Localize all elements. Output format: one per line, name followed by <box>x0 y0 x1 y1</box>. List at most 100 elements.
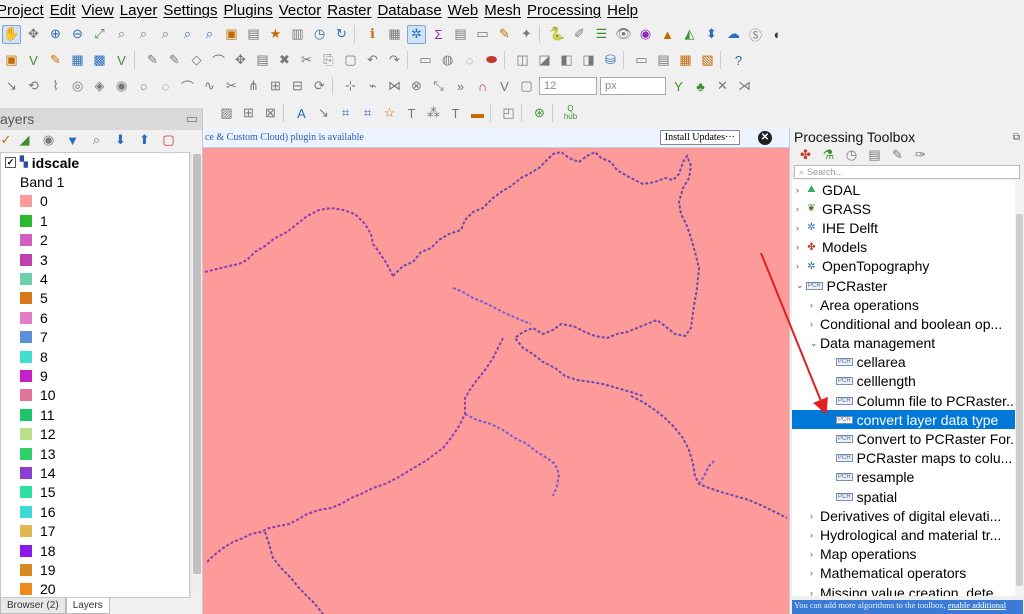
legend-class-item[interactable]: 9 <box>1 366 189 385</box>
copy-icon[interactable]: ⎘ <box>319 51 338 70</box>
plugin-terrain-icon[interactable]: ◭ <box>680 25 699 44</box>
move-feature-icon[interactable]: ↘ <box>2 77 21 96</box>
algorithm-group-item[interactable]: › Missing value creation, dete... <box>792 583 1023 596</box>
legend-class-item[interactable]: 15 <box>1 483 189 502</box>
algorithm-item[interactable]: PCR cellarea <box>792 353 1023 372</box>
simplify-icon[interactable]: ⌇ <box>46 77 65 96</box>
legend-class-item[interactable]: 0 <box>1 192 189 211</box>
close-panel-icon[interactable]: ▭ <box>186 111 198 127</box>
new-map-view-icon[interactable]: ▣ <box>222 25 241 44</box>
shape-tool-icon[interactable]: ♣ <box>691 77 710 96</box>
menu-help[interactable]: Help <box>607 2 644 19</box>
label-style-icon[interactable]: A <box>292 104 311 123</box>
collapse-arrow-icon[interactable]: ⌄ <box>796 280 806 291</box>
filter-legend-icon[interactable]: ⌕ <box>87 131 106 150</box>
menu-layer[interactable]: Layer <box>120 2 164 19</box>
rotate-point-icon[interactable]: ⟳ <box>310 77 329 96</box>
toolbox-search-input[interactable]: ⌕ Search... <box>794 165 1020 179</box>
plugin-cloud-icon[interactable]: ☁ <box>724 25 743 44</box>
install-updates-button[interactable]: Install Updates··· <box>659 130 740 145</box>
legend-class-item[interactable]: 14 <box>1 463 189 482</box>
more-tools-chevron-icon[interactable]: » <box>451 77 470 96</box>
legend-class-item[interactable]: 4 <box>1 269 189 288</box>
rotate-label-icon[interactable]: T <box>402 104 421 123</box>
history-icon[interactable]: ◷ <box>842 146 861 165</box>
merge-features-icon[interactable]: ⊞ <box>266 77 285 96</box>
enable-additional-link[interactable]: enable additional <box>948 600 1006 610</box>
zoom-native-icon[interactable]: ⌕ <box>156 25 175 44</box>
scrollbar-thumb[interactable] <box>1016 214 1023 586</box>
expand-arrow-icon[interactable]: › <box>810 568 820 578</box>
zoom-out-icon[interactable]: ⊖ <box>68 25 87 44</box>
snap-grid-icon[interactable]: ▢ <box>517 77 536 96</box>
y-split-icon[interactable]: Y <box>669 77 688 96</box>
decoration-icon[interactable]: ✦ <box>517 25 536 44</box>
vertex-tool-icon[interactable]: ✥ <box>231 51 250 70</box>
show-hide-labels-icon[interactable]: ⌗ <box>336 104 355 123</box>
annotation-icon[interactable]: ✎ <box>495 25 514 44</box>
add-part-icon[interactable]: ◈ <box>90 77 109 96</box>
expand-arrow-icon[interactable]: › <box>810 511 820 521</box>
algorithm-item[interactable]: PCR celllength <box>792 372 1023 391</box>
save-edits-icon[interactable]: ✎ <box>165 51 184 70</box>
vertex-snap-icon[interactable]: V <box>495 77 514 96</box>
algorithm-group-item[interactable]: › Conditional and boolean op... <box>792 314 1023 333</box>
paste-icon[interactable]: ▢ <box>341 51 360 70</box>
topology-icon[interactable]: ⋈ <box>385 77 404 96</box>
plugin-s-icon[interactable]: Ⓢ <box>746 25 765 44</box>
temporal-icon[interactable]: ◷ <box>310 25 329 44</box>
options-wrench-icon[interactable]: ✑ <box>911 146 930 165</box>
zoom-layer-icon[interactable]: ⌕ <box>134 25 153 44</box>
legend-class-item[interactable]: 12 <box>1 424 189 443</box>
algorithm-item[interactable]: PCR Column file to PCRaster... <box>792 391 1023 410</box>
menu-plugins[interactable]: Plugins <box>224 2 279 19</box>
provider-item[interactable]: ⌄ PCR PCRaster <box>792 276 1023 295</box>
label-tool-icon[interactable]: ▭ <box>416 51 435 70</box>
menu-mesh[interactable]: Mesh <box>484 2 527 19</box>
provider-item[interactable]: › ✤ Models <box>792 238 1023 257</box>
identify-icon[interactable]: ℹ <box>363 25 382 44</box>
menu-database[interactable]: Database <box>377 2 447 19</box>
expand-arrow-icon[interactable]: › <box>796 185 806 195</box>
close-message-icon[interactable]: ✕ <box>758 130 772 145</box>
trace-icon[interactable]: ⌁ <box>363 77 382 96</box>
provider-item[interactable]: › ❦ GRASS <box>792 199 1023 218</box>
legend-class-item[interactable]: 8 <box>1 347 189 366</box>
text-label-icon[interactable]: T <box>446 104 465 123</box>
rotate-feature-icon[interactable]: ⟲ <box>24 77 43 96</box>
reshape-icon[interactable]: ⌒ <box>178 77 197 96</box>
legend-class-item[interactable]: 18 <box>1 541 189 560</box>
layer-layout-icon[interactable]: ⊞ <box>239 104 258 123</box>
provider-item[interactable]: › ✲ IHE Delft <box>792 218 1023 237</box>
magnet-snap-icon[interactable]: ∩ <box>473 77 492 96</box>
expand-arrow-icon[interactable]: › <box>810 300 820 310</box>
edit-features-in-place-icon[interactable]: ✎ <box>888 146 907 165</box>
delete-x-icon[interactable]: ✕ <box>713 77 732 96</box>
expand-all-icon[interactable]: ⬇ <box>111 131 130 150</box>
plugin-stack-icon[interactable]: ☰ <box>592 25 611 44</box>
menu-edit[interactable]: Edit <box>50 2 82 19</box>
provider-item[interactable]: › ⛰ GDAL <box>792 180 1023 199</box>
qgis-hub-icon[interactable]: Qhub <box>561 104 580 123</box>
pin-labels-icon[interactable]: ◍ <box>438 51 457 70</box>
plugin-icon[interactable]: ◉ <box>636 25 655 44</box>
zoom-full-icon[interactable]: ⤢ <box>90 25 109 44</box>
legend-class-item[interactable]: 6 <box>1 308 189 327</box>
select-by-value-icon[interactable]: ◫ <box>513 51 532 70</box>
expand-arrow-icon[interactable]: › <box>810 549 820 559</box>
invert-selection-icon[interactable]: ▧ <box>698 51 717 70</box>
legend-class-item[interactable]: 5 <box>1 289 189 308</box>
expand-arrow-icon[interactable]: › <box>796 242 806 252</box>
new-shapefile-icon[interactable]: V <box>24 51 43 70</box>
add-group-icon[interactable]: ◢ <box>15 131 34 150</box>
star-label-icon[interactable]: ☆ <box>380 104 399 123</box>
add-vector-icon[interactable]: V <box>112 51 131 70</box>
plugin-dropper-icon[interactable]: ⬍ <box>702 25 721 44</box>
provider-item[interactable]: › ✲ OpenTopography <box>792 257 1023 276</box>
delete-part-icon[interactable]: ◌ <box>156 77 175 96</box>
statistics-sigma-icon[interactable]: Σ <box>429 25 448 44</box>
float-panel-icon[interactable]: ⧉ <box>1013 132 1020 143</box>
expand-arrow-icon[interactable]: › <box>796 223 806 233</box>
menu-processing[interactable]: Processing <box>527 2 607 19</box>
legend-class-item[interactable]: 19 <box>1 560 189 579</box>
